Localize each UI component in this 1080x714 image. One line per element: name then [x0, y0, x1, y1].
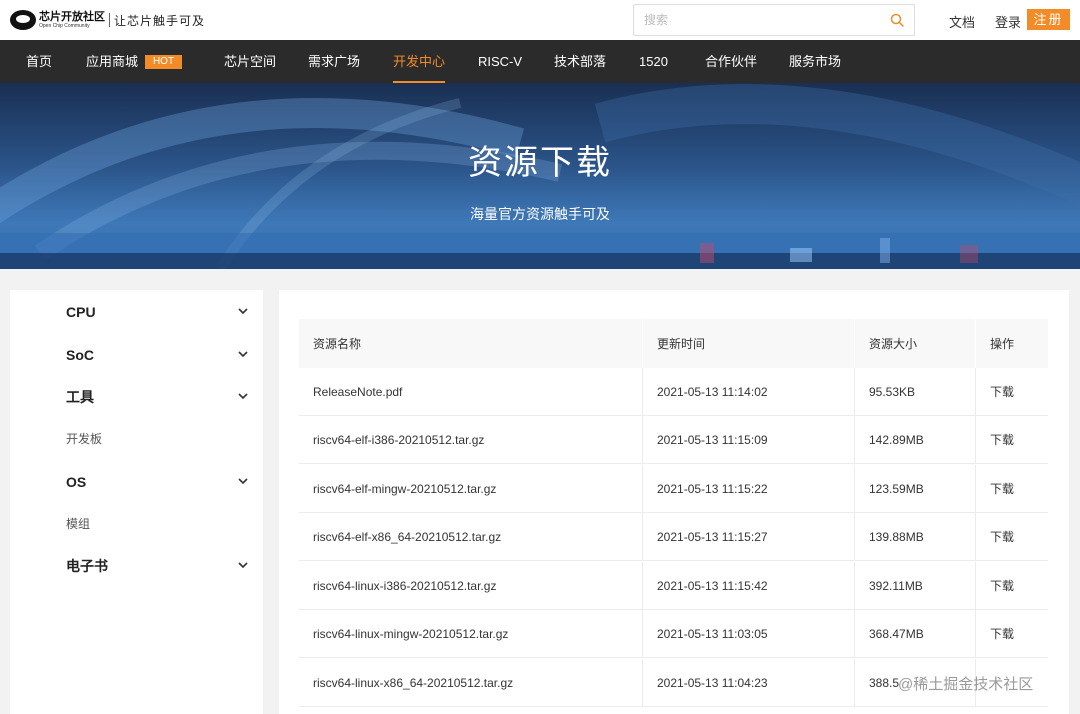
chevron-down-icon	[238, 393, 248, 400]
search-box	[633, 4, 915, 36]
sidebar-item-cpu[interactable]: CPU	[66, 301, 248, 323]
file-size: 95.53KB	[854, 368, 975, 415]
site-logo[interactable]: 芯片开放社区 Open Chip Community 让芯片触手可及	[10, 8, 205, 32]
table-row: riscv64-elf-x86_64-20210512.tar.gz 2021-…	[299, 513, 1048, 561]
search-icon[interactable]	[890, 13, 904, 27]
update-time: 2021-05-13 11:15:42	[642, 562, 854, 609]
column-header-action: 操作	[975, 319, 1048, 368]
chevron-down-icon	[238, 351, 248, 358]
category-sidebar: CPU SoC 工具 开发板 OS 模组 电子书	[10, 290, 263, 714]
watermark: @稀土掘金技术社区	[898, 676, 1034, 693]
resource-name: riscv64-linux-mingw-20210512.tar.gz	[313, 626, 509, 641]
docs-link[interactable]: 文档	[949, 12, 975, 31]
download-link[interactable]: 下载	[990, 431, 1014, 448]
banner-subtitle: 海量官方资源触手可及	[470, 206, 610, 222]
sidebar-item-label: OS	[66, 474, 87, 490]
login-link[interactable]: 登录	[995, 12, 1021, 31]
file-size: 142.89MB	[854, 416, 975, 463]
sidebar-item-label: 电子书	[66, 558, 108, 574]
resource-name: riscv64-elf-i386-20210512.tar.gz	[313, 432, 485, 447]
sidebar-item-label: 工具	[66, 389, 94, 405]
table-row: riscv64-linux-i386-20210512.tar.gz 2021-…	[299, 562, 1048, 610]
file-size: 123.59MB	[854, 465, 975, 512]
update-time: 2021-05-13 11:15:27	[642, 513, 854, 560]
update-time: 2021-05-13 11:04:23	[642, 659, 854, 706]
table-header-row: 资源名称 更新时间 资源大小 操作	[299, 319, 1048, 368]
nav-item-chip-space[interactable]: 芯片空间	[224, 40, 276, 83]
table-row: riscv64-linux-mingw-20210512.tar.gz 2021…	[299, 610, 1048, 658]
sidebar-item-label: SoC	[66, 347, 94, 363]
logo-english-name: Open Chip Community	[39, 22, 90, 29]
logo-divider	[109, 13, 110, 27]
hero-banner: 资源下载 海量官方资源触手可及	[0, 83, 1080, 269]
logo-name: 芯片开放社区	[39, 10, 105, 23]
file-size: 368.47MB	[854, 610, 975, 657]
sidebar-item-ebook[interactable]: 电子书	[66, 555, 248, 577]
nav-item-partners[interactable]: 合作伙伴	[705, 40, 757, 83]
download-link[interactable]: 下载	[990, 383, 1014, 400]
sidebar-item-os[interactable]: OS	[66, 471, 248, 493]
nav-item-1520[interactable]: 1520	[639, 40, 668, 83]
nav-item-app-store[interactable]: 应用商城	[86, 40, 138, 83]
logo-mark-icon	[10, 10, 36, 30]
resource-name: riscv64-linux-i386-20210512.tar.gz	[313, 578, 497, 593]
sidebar-item-label: 模组	[66, 517, 91, 531]
resource-panel: 资源名称 更新时间 资源大小 操作 ReleaseNote.pdf 2021-0…	[279, 290, 1069, 714]
file-size: 392.11MB	[854, 562, 975, 609]
nav-item-demand-square[interactable]: 需求广场	[308, 40, 360, 83]
column-header-name: 资源名称	[313, 337, 362, 351]
download-link[interactable]: 下载	[990, 528, 1014, 545]
nav-item-risc-v[interactable]: RISC-V	[478, 40, 522, 83]
sidebar-item-label: CPU	[66, 304, 96, 320]
chevron-down-icon	[238, 308, 248, 315]
resource-name: ReleaseNote.pdf	[313, 384, 403, 399]
resource-name: riscv64-elf-mingw-20210512.tar.gz	[313, 481, 497, 496]
banner-title: 资源下载	[468, 144, 612, 182]
sidebar-item-label: 开发板	[66, 432, 103, 446]
update-time: 2021-05-13 11:03:05	[642, 610, 854, 657]
nav-item-tech-tribe[interactable]: 技术部落	[554, 40, 606, 83]
download-link[interactable]: 下载	[990, 480, 1014, 497]
register-button[interactable]: 注册	[1027, 9, 1070, 30]
chevron-down-icon	[238, 562, 248, 569]
top-header: 芯片开放社区 Open Chip Community 让芯片触手可及 文档 登录…	[0, 0, 1080, 40]
sidebar-item-module[interactable]: 模组	[66, 513, 248, 535]
download-link[interactable]: 下载	[990, 625, 1014, 642]
table-row: riscv64-elf-i386-20210512.tar.gz 2021-05…	[299, 416, 1048, 464]
column-header-size: 资源大小	[854, 319, 975, 368]
table-row: ReleaseNote.pdf 2021-05-13 11:14:02 95.5…	[299, 368, 1048, 416]
hot-badge: HOT	[145, 55, 182, 69]
sidebar-item-tools[interactable]: 工具	[66, 386, 248, 408]
search-input[interactable]	[634, 5, 874, 35]
nav-item-dev-center[interactable]: 开发中心	[393, 40, 446, 83]
file-size: 139.88MB	[854, 513, 975, 560]
update-time: 2021-05-13 11:15:09	[642, 416, 854, 463]
resource-name: riscv64-elf-x86_64-20210512.tar.gz	[313, 529, 502, 544]
resource-name: riscv64-linux-x86_64-20210512.tar.gz	[313, 675, 514, 690]
sidebar-item-dev-board[interactable]: 开发板	[66, 428, 248, 450]
table-row: riscv64-elf-mingw-20210512.tar.gz 2021-0…	[299, 465, 1048, 513]
chevron-down-icon	[238, 478, 248, 485]
logo-slogan: 让芯片触手可及	[114, 13, 206, 28]
nav-item-home[interactable]: 首页	[26, 40, 52, 83]
column-header-time: 更新时间	[642, 319, 854, 368]
sidebar-item-soc[interactable]: SoC	[66, 344, 248, 366]
update-time: 2021-05-13 11:14:02	[642, 368, 854, 415]
nav-item-service-market[interactable]: 服务市场	[789, 40, 841, 83]
main-nav: 首页 应用商城 HOT 芯片空间 需求广场 开发中心 RISC-V 技术部落 1…	[0, 40, 1080, 83]
download-link[interactable]: 下载	[990, 577, 1014, 594]
update-time: 2021-05-13 11:15:22	[642, 465, 854, 512]
